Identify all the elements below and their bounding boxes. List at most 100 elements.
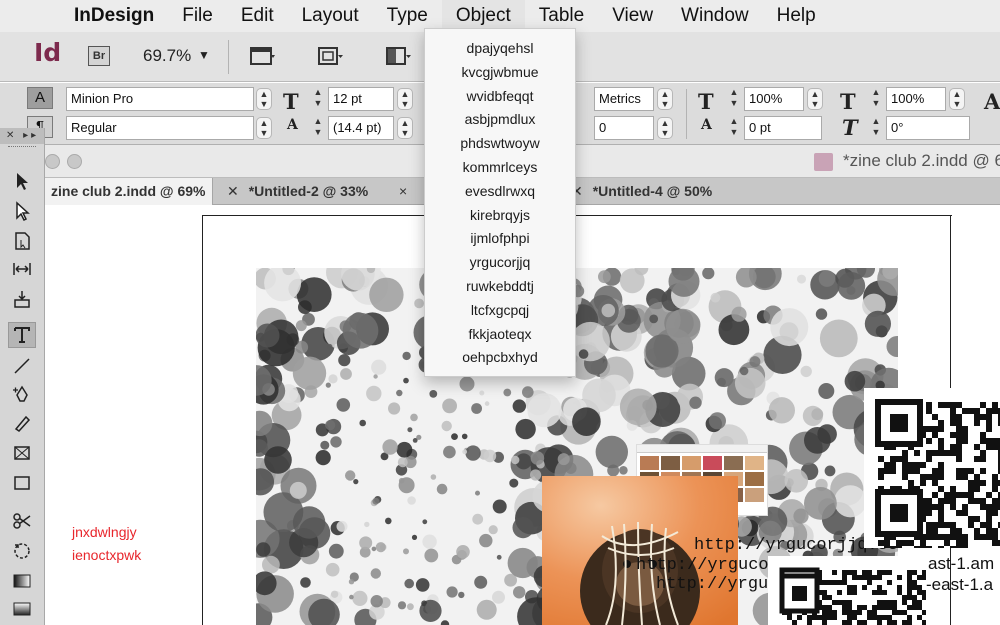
content-collector-icon[interactable] <box>8 286 36 312</box>
type-tool-icon[interactable] <box>8 322 36 348</box>
zoom-level[interactable]: 69.7% <box>143 46 191 66</box>
object-menu-dropdown: dpajyqehsl kvcgjwbmue wvidbfeqqt asbjpmd… <box>424 28 576 377</box>
free-transform-tool-icon[interactable] <box>8 538 36 564</box>
menu-help[interactable]: Help <box>763 0 830 32</box>
screen-mode-icon[interactable] <box>316 43 344 69</box>
horizontal-scale-field[interactable]: 100% <box>886 87 946 111</box>
tracking-dropdown-icon[interactable]: ▲ ▼ <box>657 117 673 139</box>
tab-untitled-4[interactable]: ✕ *Untitled-4 @ 50% <box>565 178 755 205</box>
baseline-shift-icon: A <box>701 117 712 133</box>
horizontal-scale-stepper[interactable]: ▲ ▼ <box>868 87 884 111</box>
gradient-feather-tool-icon[interactable] <box>8 596 36 622</box>
control-divider <box>686 89 687 139</box>
menu-item[interactable]: asbjpmdlux <box>425 107 575 131</box>
tools-panel: ✕ ▸▸ <box>0 128 45 625</box>
scissors-tool-icon[interactable] <box>8 508 36 534</box>
leading-stepper[interactable]: ▲ ▼ <box>310 116 326 140</box>
rectangle-frame-tool-icon[interactable] <box>8 440 36 466</box>
region-text-1[interactable]: ast-1.am <box>928 554 994 574</box>
qr-code-large[interactable] <box>864 388 1000 558</box>
canvas-red-text-2[interactable]: ienoctxpwk <box>72 547 141 563</box>
arrange-documents-icon[interactable] <box>384 43 412 69</box>
menu-item[interactable]: oehpcbxhyd <box>425 345 575 369</box>
skew-stepper[interactable]: ▲ ▼ <box>868 116 884 140</box>
menu-item[interactable]: yrgucorjjq <box>425 250 575 274</box>
menu-item[interactable]: dpajyqehsl <box>425 36 575 60</box>
font-size-field[interactable]: 12 pt <box>328 87 394 111</box>
close-icon[interactable]: × <box>399 183 407 199</box>
qr-code-small[interactable] <box>768 556 937 625</box>
bridge-button[interactable]: Br <box>88 46 110 66</box>
horizontal-scale-icon: T <box>840 89 856 114</box>
panel-grip[interactable] <box>8 146 36 156</box>
font-style-dropdown-icon[interactable]: ▲ ▼ <box>256 117 272 139</box>
page-tool-icon[interactable] <box>8 228 36 254</box>
gap-tool-icon[interactable] <box>8 256 36 282</box>
line-tool-icon[interactable] <box>8 353 36 379</box>
tab-label: *Untitled-4 @ 50% <box>592 183 713 199</box>
font-family-field[interactable]: Minion Pro <box>66 87 254 111</box>
qr-code-image <box>779 567 937 625</box>
tools-panel-header[interactable]: ✕ ▸▸ <box>0 128 44 144</box>
view-options-icon[interactable] <box>248 43 276 69</box>
character-formatting-icon[interactable]: A <box>27 87 53 109</box>
link-text-2[interactable]: http://yrgucorj <box>636 556 789 575</box>
baseline-shift-stepper[interactable]: ▲ ▼ <box>726 116 742 140</box>
font-size-dropdown-icon[interactable]: ▲ ▼ <box>397 88 413 110</box>
qr-code-image <box>875 399 1000 558</box>
menu-item[interactable]: fkkjaoteqx <box>425 322 575 346</box>
gradient-swatch-tool-icon[interactable] <box>8 568 36 594</box>
menu-item[interactable]: kirebrqyjs <box>425 203 575 227</box>
region-text-2[interactable]: -east-1.a <box>926 575 993 595</box>
menu-app-name[interactable]: InDesign <box>60 0 168 32</box>
skew-icon: T <box>842 115 858 140</box>
close-icon[interactable]: ✕ <box>227 183 239 199</box>
pen-tool-icon[interactable] <box>8 381 36 407</box>
horizontal-scale-dropdown-icon[interactable]: ▲ ▼ <box>949 88 965 110</box>
tab-zine-club[interactable]: zine club 2.indd @ 69% <box>45 178 213 205</box>
font-family-dropdown-icon[interactable]: ▲ ▼ <box>256 88 272 110</box>
menu-item[interactable]: ijmlofphpi <box>425 226 575 250</box>
menu-file[interactable]: File <box>168 0 227 32</box>
canvas-red-text-1[interactable]: jnxdwlngjy <box>72 524 137 540</box>
menu-item[interactable]: phdswtwoyw <box>425 131 575 155</box>
menu-item[interactable]: kommrlceys <box>425 155 575 179</box>
vertical-scale-dropdown-icon[interactable]: ▲ ▼ <box>807 88 823 110</box>
tab-label: zine club 2.indd @ 69% <box>51 183 206 199</box>
menu-window[interactable]: Window <box>667 0 763 32</box>
link-text-3[interactable]: http://yrguc <box>656 575 778 594</box>
indesign-logo: Id <box>34 38 62 67</box>
direct-selection-tool-icon[interactable] <box>8 198 36 224</box>
rectangle-tool-icon[interactable] <box>8 470 36 496</box>
vertical-scale-field[interactable]: 100% <box>744 87 804 111</box>
vertical-scale-stepper[interactable]: ▲ ▼ <box>726 87 742 111</box>
baseline-shift-field[interactable]: 0 pt <box>744 116 822 140</box>
font-style-field[interactable]: Regular <box>66 116 254 140</box>
font-size-stepper[interactable]: ▲ ▼ <box>310 87 326 111</box>
leading-dropdown-icon[interactable]: ▲ ▼ <box>397 117 413 139</box>
window-minimize-button[interactable] <box>67 154 82 169</box>
tab-hidden[interactable]: × <box>393 178 425 205</box>
tab-untitled-2[interactable]: ✕ *Untitled-2 @ 33% <box>221 178 391 205</box>
tracking-field[interactable]: 0 <box>594 116 654 140</box>
skew-field[interactable]: 0° <box>886 116 970 140</box>
more-text-options-icon[interactable]: A <box>984 89 1000 114</box>
pencil-tool-icon[interactable] <box>8 410 36 436</box>
menu-item[interactable]: ltcfxgcpqj <box>425 298 575 322</box>
menu-view[interactable]: View <box>598 0 667 32</box>
menu-item[interactable]: evesdlrwxq <box>425 179 575 203</box>
document-window-title: *zine club 2.indd @ 69% <box>843 151 1000 170</box>
leading-field[interactable]: (14.4 pt) <box>328 116 394 140</box>
menu-layout[interactable]: Layout <box>288 0 373 32</box>
window-close-button[interactable] <box>45 154 60 169</box>
menu-edit[interactable]: Edit <box>227 0 288 32</box>
kerning-field[interactable]: Metrics <box>594 87 654 111</box>
kerning-dropdown-icon[interactable]: ▲ ▼ <box>657 88 673 110</box>
selection-tool-icon[interactable] <box>8 168 36 194</box>
menu-item[interactable]: ruwkebddtj <box>425 274 575 298</box>
toolbar-divider <box>228 40 229 74</box>
menu-item[interactable]: kvcgjwbmue <box>425 60 575 84</box>
tab-label: *Untitled-2 @ 33% <box>248 183 369 199</box>
zoom-dropdown-icon[interactable]: ▼ <box>198 48 210 62</box>
menu-item[interactable]: wvidbfeqqt <box>425 84 575 108</box>
